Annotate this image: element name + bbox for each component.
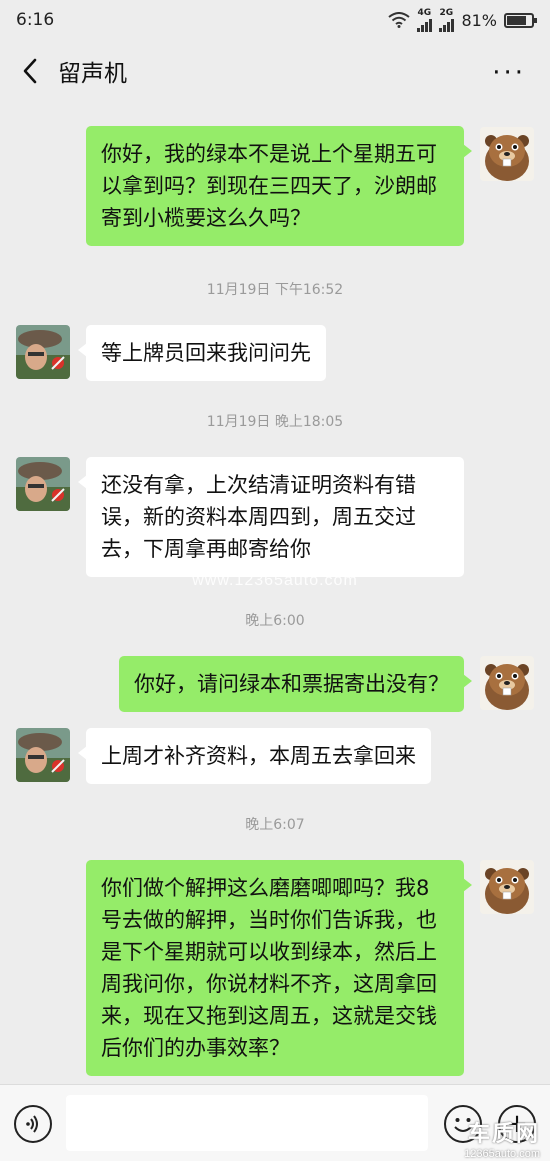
back-button[interactable] — [16, 56, 44, 86]
contact-avatar[interactable] — [16, 457, 70, 511]
message-text: 上周才补齐资料，本周五去拿回来 — [101, 744, 416, 768]
self-avatar[interactable] — [480, 127, 534, 181]
voice-icon — [26, 1115, 38, 1133]
logo-watermark-title: 车质网 — [467, 1121, 540, 1146]
contact-avatar[interactable] — [16, 325, 70, 379]
status-icons: 4G 2G 81% — [388, 8, 537, 32]
status-bar: 6:16 4G 2G 81% — [0, 0, 550, 40]
message-input[interactable] — [66, 1095, 428, 1151]
message-bubble-sent[interactable]: 你好，请问绿本和票据寄出没有？ — [119, 656, 472, 712]
message-timestamp: 11月19日 晚上18:05 — [206, 414, 344, 430]
beaver-avatar-icon — [480, 860, 534, 914]
site-logo-watermark: 车质网 12365auto.com — [464, 1116, 540, 1160]
site-watermark: www.12365auto.com — [192, 572, 358, 589]
battery-fill — [507, 15, 527, 25]
contact-avatar[interactable] — [16, 728, 70, 782]
self-avatar[interactable] — [480, 656, 534, 710]
message-text: 等上牌员回来我问问先 — [101, 341, 311, 365]
message-bubble-sent[interactable]: 你们做个解押这么磨磨唧唧吗？我8号去做的解押，当时你们告诉我，也是下个星期就可以… — [86, 860, 472, 1076]
message-bubble-received[interactable]: 还没有拿，上次结清证明资料有错误，新的资料本周四到，周五交过去，下周拿再邮寄给你 — [78, 457, 464, 577]
message-bubble-received[interactable]: 等上牌员回来我问问先 — [78, 325, 326, 381]
battery-percent: 81% — [461, 10, 497, 30]
logo-watermark-url: 12365auto.com — [464, 1148, 540, 1160]
chat-title: 留声机 — [58, 61, 127, 87]
message-timestamp: 晚上6:07 — [245, 817, 305, 833]
message-bubble-received[interactable]: 上周才补齐资料，本周五去拿回来 — [78, 728, 431, 784]
message-text: 还没有拿，上次结清证明资料有错误，新的资料本周四到，周五交过去，下周拿再邮寄给你 — [101, 473, 416, 561]
beaver-avatar-icon — [480, 127, 534, 181]
voice-input-button[interactable] — [14, 1105, 52, 1143]
signal-2g-icon: 2G — [439, 8, 455, 32]
contact-photo-icon — [16, 728, 70, 782]
message-timestamp: 晚上6:00 — [245, 613, 305, 629]
message-text: 你好，请问绿本和票据寄出没有？ — [134, 672, 449, 696]
battery-icon — [504, 12, 537, 28]
message-bubble-sent[interactable]: 你好，我的绿本不是说上个星期五可以拿到吗？到现在三四天了，沙朗邮寄到小榄要这么久… — [86, 126, 472, 246]
chevron-left-icon — [23, 58, 37, 84]
contact-photo-icon — [16, 457, 70, 511]
message-timestamp: 11月19日 下午16:52 — [206, 282, 344, 298]
contact-photo-icon — [16, 325, 70, 379]
status-time: 6:16 — [16, 10, 55, 30]
wifi-icon — [388, 12, 411, 28]
more-options-button[interactable]: ··· — [492, 58, 526, 88]
self-avatar[interactable] — [480, 860, 534, 914]
signal-4g-icon: 4G — [417, 8, 433, 32]
beaver-avatar-icon — [480, 656, 534, 710]
message-text: 你好，我的绿本不是说上个星期五可以拿到吗？到现在三四天了，沙朗邮寄到小榄要这么久… — [101, 142, 437, 230]
chat-header: 留声机 ··· — [0, 40, 550, 102]
message-text: 你们做个解押这么磨磨唧唧吗？我8号去做的解押，当时你们告诉我，也是下个星期就可以… — [101, 876, 437, 1060]
